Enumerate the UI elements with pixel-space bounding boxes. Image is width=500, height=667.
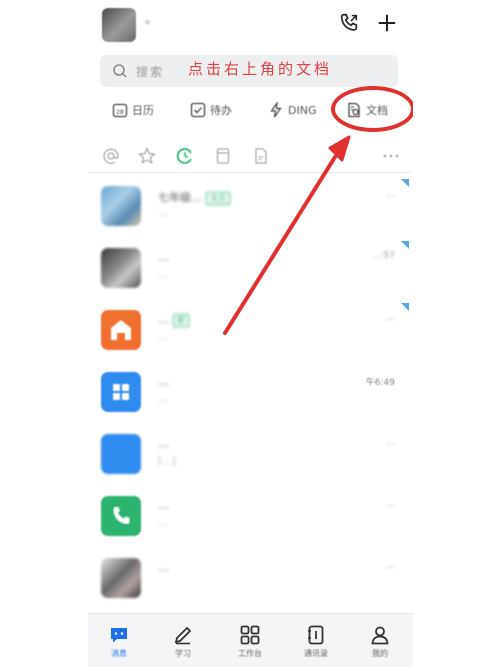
list-item[interactable]: … … 午6:49: [88, 363, 413, 425]
bookmark-icon[interactable]: [214, 147, 232, 165]
list-item-title: …: [158, 437, 169, 450]
annotation-text: 点击右上角的文档: [188, 60, 333, 78]
plus-icon[interactable]: [376, 12, 398, 34]
nav-messages[interactable]: 消息: [94, 618, 144, 664]
avatar[interactable]: [102, 8, 136, 42]
clock-icon[interactable]: [176, 147, 194, 165]
todo-icon: [190, 102, 206, 118]
list-item-subtitle: …: [158, 394, 168, 405]
nav-messages-label: 消息: [111, 649, 127, 658]
list-item-subtitle: …: [158, 270, 168, 281]
nav-profile[interactable]: 我的: [355, 618, 405, 664]
phone-screen: • 搜索 点击右上角的文档 28 日历 待办 DING 文档 七年级… 全员 ……: [88, 0, 413, 667]
list-item-title: …: [158, 499, 169, 512]
calendar-icon: 28: [112, 103, 128, 118]
nav-workbench[interactable]: 工作台: [225, 618, 275, 664]
background-right: [413, 0, 500, 667]
svg-text:28: 28: [116, 109, 124, 116]
search-icon: [112, 63, 128, 79]
list-item-title: …: [158, 561, 169, 574]
list-item[interactable]: … […] …: [88, 425, 413, 487]
unread-flag: [401, 179, 409, 187]
pen-icon: [174, 626, 192, 645]
unread-flag: [401, 303, 409, 311]
shortcut-ding[interactable]: DING: [268, 99, 316, 121]
avatar: [101, 558, 141, 598]
nav-contacts[interactable]: 通讯录: [291, 618, 341, 664]
user-name: •: [144, 16, 152, 30]
unread-flag: [401, 241, 409, 249]
at-icon[interactable]: [102, 147, 120, 165]
avatar: [101, 372, 141, 412]
list-item-time: …: [386, 313, 395, 323]
avatar: [101, 434, 141, 474]
phone-call-icon[interactable]: [338, 12, 360, 34]
list-item-subtitle: …: [158, 208, 168, 219]
bottom-nav: 消息 学习 工作台 通讯录 我的: [88, 613, 413, 667]
filter-row: [88, 140, 413, 173]
grid-icon: [113, 384, 129, 400]
list-item-time: …:57: [371, 251, 395, 261]
highlight-circle: [331, 86, 413, 132]
file-icon[interactable]: [252, 147, 270, 165]
profile-icon: [371, 626, 389, 645]
more-icon[interactable]: [382, 147, 400, 165]
list-item[interactable]: 七年级… 全员 … …: [88, 177, 413, 239]
search-input[interactable]: 搜索 点击右上角的文档: [100, 55, 398, 87]
list-item-title: …: [158, 375, 169, 388]
list-item-time: …: [386, 189, 395, 199]
nav-profile-label: 我的: [372, 649, 388, 658]
message-icon: [111, 628, 127, 643]
avatar: [101, 496, 141, 536]
shortcut-todo-label: 待办: [210, 104, 232, 117]
top-header: •: [88, 0, 413, 48]
list-item-title: 七年级… 全员: [158, 189, 230, 205]
shortcut-ding-label: DING: [288, 103, 317, 117]
nav-contacts-label: 通讯录: [304, 649, 328, 658]
shortcut-todo[interactable]: 待办: [190, 99, 232, 121]
nav-study[interactable]: 学习: [158, 618, 208, 664]
list-item-time: …: [386, 499, 395, 509]
shortcut-calendar-label: 日历: [132, 104, 154, 117]
background-left: [0, 0, 88, 667]
list-item-subtitle: …: [158, 332, 168, 343]
list-item[interactable]: … 群 … …: [88, 301, 413, 363]
list-item-title: … 群: [158, 313, 189, 327]
nav-study-label: 学习: [175, 649, 191, 658]
contacts-icon: [308, 625, 324, 645]
avatar: [101, 248, 141, 288]
ding-icon: [270, 102, 282, 118]
list-item-time: …: [386, 561, 395, 571]
list-item-time: …: [386, 437, 395, 447]
list-item[interactable]: … …: [88, 549, 413, 611]
phone-icon: [113, 507, 130, 524]
avatar: [101, 310, 141, 350]
list-item[interactable]: … … …:57: [88, 239, 413, 301]
star-icon[interactable]: [138, 147, 156, 165]
nav-workbench-label: 工作台: [238, 649, 262, 658]
list-item-title: …: [158, 251, 169, 264]
home-icon: [111, 320, 131, 340]
list-item-subtitle: …: [158, 518, 168, 529]
avatar: [101, 186, 141, 226]
list-item-subtitle: […]: [158, 456, 176, 467]
grid-icon: [240, 625, 260, 645]
shortcut-calendar[interactable]: 28 日历: [112, 99, 154, 121]
list-item-time: 午6:49: [365, 378, 395, 388]
search-placeholder: 搜索: [136, 65, 165, 79]
list-item[interactable]: … … …: [88, 487, 413, 549]
